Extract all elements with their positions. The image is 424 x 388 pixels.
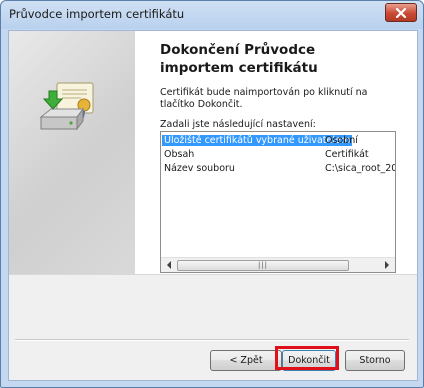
certificate-import-icon: [39, 82, 94, 131]
close-icon: [395, 7, 407, 18]
wizard-window: Průvodce importem certifikátu Dokončení …: [0, 0, 424, 388]
wizard-heading: Dokončení Průvodce importem certifikátu: [160, 42, 318, 76]
cancel-button[interactable]: Storno: [345, 350, 405, 371]
scroll-right-button[interactable]: [380, 259, 394, 271]
arrow-left-icon: [167, 261, 171, 269]
setting-name: Název souboru: [164, 163, 235, 174]
wizard-description: Certifikát bude naimportován po kliknutí…: [160, 87, 368, 110]
arrow-right-icon: [385, 261, 389, 269]
setting-value: C:\sica_root_200: [325, 163, 396, 174]
setting-name: Úložiště certifikátů vybrané uživatelem: [162, 135, 353, 146]
horizontal-scrollbar[interactable]: |||: [161, 257, 395, 272]
close-button[interactable]: [385, 3, 417, 22]
settings-label: Zadali jste následující nastavení:: [160, 119, 316, 130]
footer-separator: [15, 339, 409, 341]
back-button[interactable]: < Zpět: [210, 350, 282, 371]
settings-list[interactable]: Úložiště certifikátů vybrané uživatelem …: [160, 131, 396, 273]
setting-name: Obsah: [164, 149, 195, 160]
scroll-thumb[interactable]: |||: [177, 260, 349, 271]
title-bar[interactable]: Průvodce importem certifikátu: [1, 1, 423, 25]
grip-icon: |||: [257, 261, 269, 269]
wizard-footer: < Zpět Dokončit Storno: [9, 275, 417, 380]
setting-value: Certifikát: [325, 149, 369, 160]
window-title: Průvodce importem certifikátu: [9, 7, 185, 21]
setting-value: Osobní: [325, 135, 358, 146]
wizard-side-panel: [9, 31, 135, 274]
scroll-left-button[interactable]: [162, 259, 176, 271]
wizard-client-area: Dokončení Průvodce importem certifikátu …: [8, 30, 418, 381]
finish-highlight-box: [275, 346, 339, 370]
